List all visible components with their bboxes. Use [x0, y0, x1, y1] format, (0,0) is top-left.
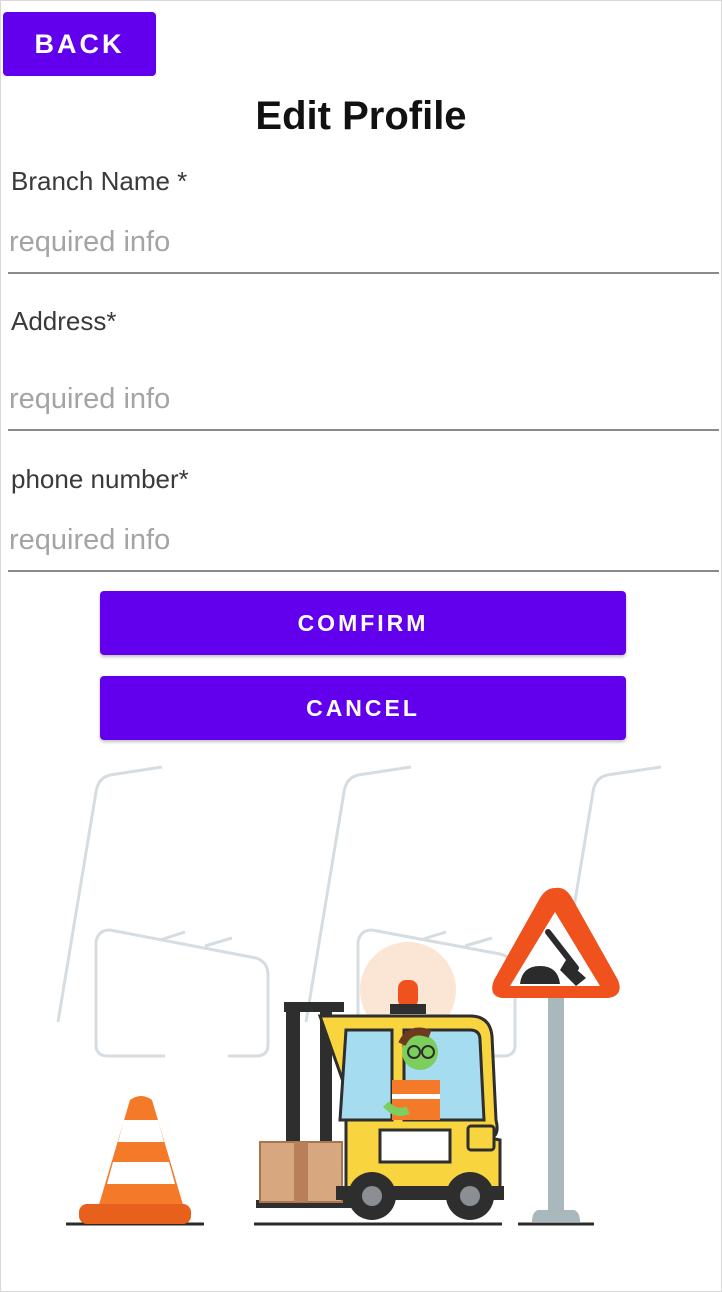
back-button[interactable]: BACK: [3, 12, 156, 76]
cancel-button[interactable]: CANCEL: [100, 676, 626, 740]
confirm-button[interactable]: COMFIRM: [100, 591, 626, 655]
branch-name-input[interactable]: [8, 220, 719, 274]
phone-number-input[interactable]: [8, 518, 719, 572]
phone-number-label: phone number*: [11, 464, 189, 494]
box-icon: [259, 1141, 343, 1203]
construction-illustration: [56, 765, 662, 1226]
address-input[interactable]: [8, 377, 719, 431]
page-title: Edit Profile: [255, 94, 467, 138]
traffic-cone-icon: [79, 1096, 191, 1224]
address-label: Address*: [11, 306, 117, 336]
forklift-icon: [256, 942, 504, 1220]
branch-name-label: Branch Name *: [11, 166, 188, 196]
